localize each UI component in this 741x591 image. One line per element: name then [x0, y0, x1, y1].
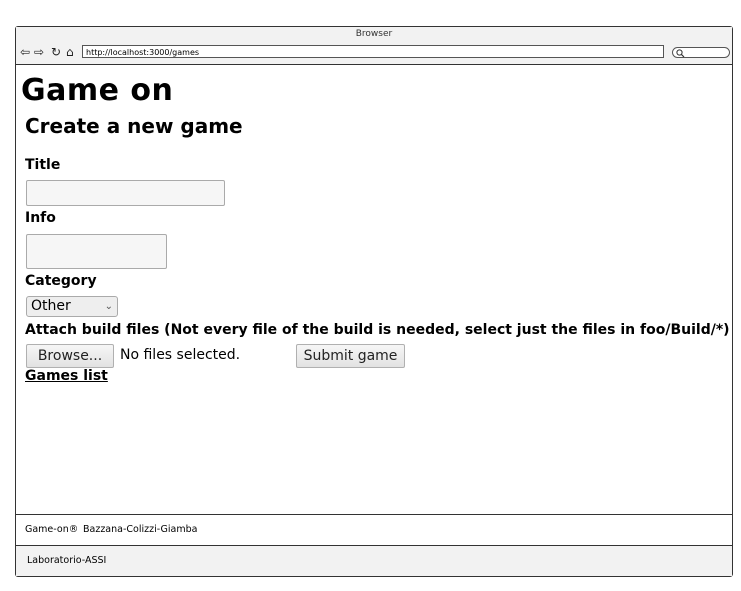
title-input[interactable]	[26, 180, 225, 206]
back-icon[interactable]: ⇦	[20, 45, 30, 59]
title-label: Title	[25, 157, 61, 173]
footer-brand: Game-on®	[25, 524, 79, 535]
forward-icon[interactable]: ⇨	[34, 45, 44, 59]
page-content: Game on Create a new game Title Info Cat…	[16, 65, 732, 515]
search-icon	[676, 49, 685, 58]
footer-authors: Bazzana-Colizzi-Giamba	[83, 524, 198, 535]
games-list-link[interactable]: Games list	[25, 368, 108, 384]
browse-button[interactable]: Browse...	[26, 344, 114, 368]
chevron-down-icon: ⌄	[104, 301, 113, 312]
address-bar-url: http://localhost:3000/games	[86, 48, 200, 57]
footer-credits: Game-on® Bazzana-Colizzi-Giamba	[16, 514, 732, 546]
home-icon[interactable]: ⌂	[66, 45, 74, 59]
browser-title: Browser	[355, 29, 393, 39]
info-label: Info	[25, 210, 56, 226]
page-subtitle: Create a new game	[25, 114, 243, 138]
footer-lab-name: Laboratorio-ASSI	[27, 555, 107, 566]
category-label: Category	[25, 273, 97, 289]
submit-game-button[interactable]: Submit game	[296, 344, 405, 368]
address-bar[interactable]: http://localhost:3000/games	[82, 45, 664, 58]
file-status-text: No files selected.	[120, 347, 241, 363]
browser-search-box[interactable]	[672, 47, 730, 58]
category-select[interactable]: Other ⌄	[26, 296, 118, 317]
attach-files-label: Attach build files (Not every file of th…	[25, 322, 730, 338]
browser-window: Browser ⇦ ⇨ ↻ ⌂ http://localhost:3000/ga…	[15, 26, 733, 577]
reload-icon[interactable]: ↻	[51, 45, 61, 59]
footer-lab: Laboratorio-ASSI	[16, 545, 732, 576]
info-textarea[interactable]	[26, 234, 167, 269]
page-title: Game on	[21, 73, 174, 108]
browser-titlebar: Browser	[16, 27, 732, 43]
browser-toolbar: ⇦ ⇨ ↻ ⌂ http://localhost:3000/games	[16, 42, 732, 65]
category-selected-value: Other	[31, 298, 71, 314]
